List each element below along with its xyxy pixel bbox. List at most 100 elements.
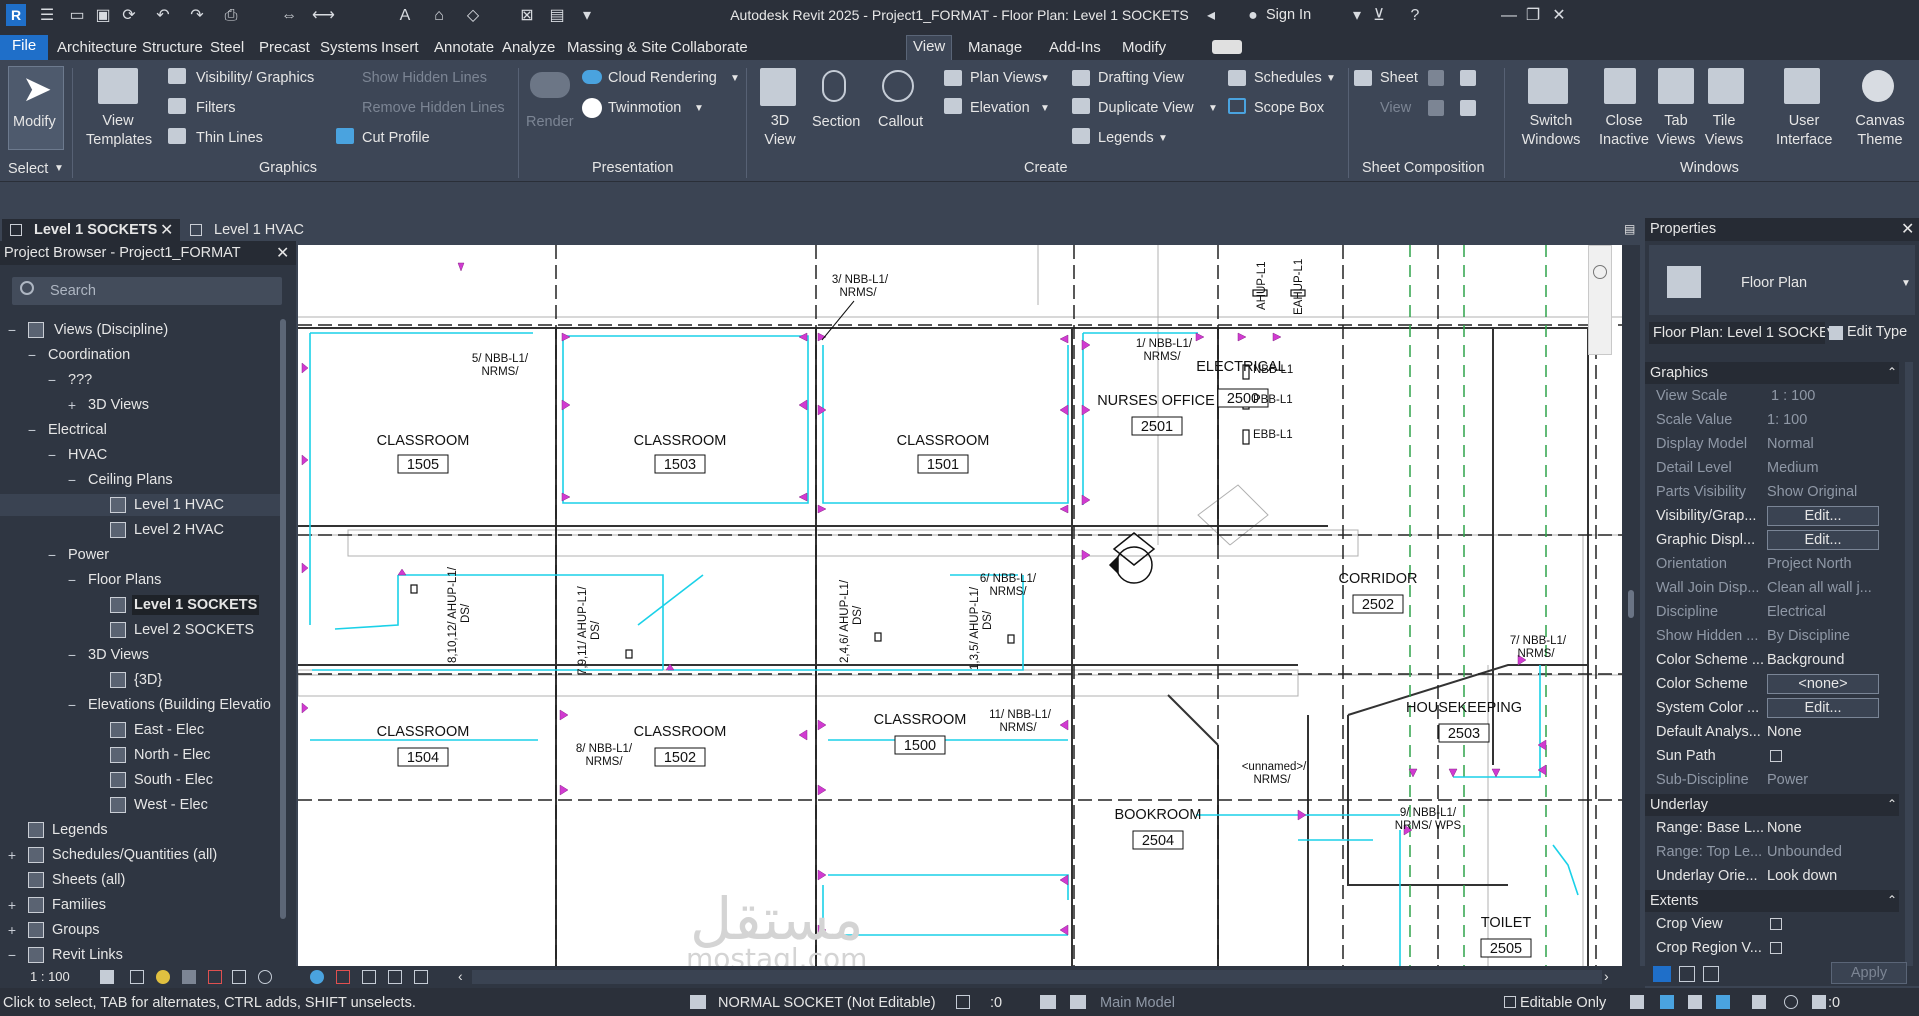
system-color-edit-button[interactable]: Edit... bbox=[1767, 698, 1879, 718]
tree-east-elec[interactable]: East - Elec bbox=[134, 720, 204, 740]
scale-selector[interactable]: 1 : 100 bbox=[30, 969, 70, 984]
render-button[interactable]: Render bbox=[526, 114, 574, 130]
tree-revit-links[interactable]: Revit Links bbox=[52, 945, 123, 965]
collapse-toggle[interactable]: − bbox=[26, 345, 38, 365]
drafting-view-button[interactable]: Drafting View bbox=[1098, 70, 1184, 86]
thin-lines-button[interactable]: Thin Lines bbox=[196, 130, 263, 146]
guide-grid-icon[interactable] bbox=[1428, 100, 1444, 116]
duplicate-view-button[interactable]: Duplicate View bbox=[1098, 100, 1194, 116]
elevation-marker[interactable] bbox=[1108, 532, 1156, 584]
tab-views-button[interactable]: Tab Views bbox=[1656, 112, 1696, 150]
tree-power[interactable]: Power bbox=[68, 545, 109, 565]
tree-3d[interactable]: {3D} bbox=[134, 670, 162, 690]
visibility-graphics-button[interactable]: Visibility/ Graphics bbox=[196, 70, 314, 86]
callout-button[interactable]: Callout bbox=[878, 114, 923, 130]
prop-orientation-value[interactable]: Project North bbox=[1767, 552, 1852, 576]
expand-toggle[interactable]: + bbox=[6, 845, 18, 865]
chevron-down-icon[interactable]: ▼ bbox=[1040, 73, 1050, 84]
tree-families[interactable]: Families bbox=[52, 895, 106, 915]
filters-button[interactable]: Filters bbox=[196, 100, 235, 116]
reveal-hidden-icon[interactable] bbox=[310, 970, 324, 984]
detail-level-icon[interactable] bbox=[100, 970, 114, 984]
chevron-down-icon[interactable]: ▼ bbox=[1208, 103, 1218, 114]
prop-scale-value-value[interactable]: 1: 100 bbox=[1767, 408, 1807, 432]
twinmotion-button[interactable]: Twinmotion bbox=[608, 100, 681, 116]
expand-toggle[interactable]: + bbox=[6, 895, 18, 915]
tree-south-elec[interactable]: South - Elec bbox=[134, 770, 213, 790]
tab-insert[interactable]: Insert bbox=[375, 37, 425, 59]
close-inactive-button[interactable]: Close Inactive bbox=[1594, 112, 1654, 150]
prop-detail-level-value[interactable]: Medium bbox=[1767, 456, 1819, 480]
chevron-down-icon[interactable]: ▼ bbox=[54, 163, 64, 174]
chevron-down-icon[interactable]: ▼ bbox=[1901, 278, 1911, 289]
tab-add-ins[interactable]: Add-Ins bbox=[1043, 37, 1107, 59]
chevron-down-icon[interactable]: ▼ bbox=[1040, 103, 1050, 114]
tab-steel[interactable]: Steel bbox=[204, 37, 250, 59]
select-underlay-icon[interactable] bbox=[1660, 995, 1674, 1009]
tab-view[interactable]: View bbox=[906, 35, 953, 61]
user-interface-button[interactable]: User Interface bbox=[1776, 112, 1832, 150]
collapse-toggle[interactable]: − bbox=[6, 320, 18, 340]
temp-hide-icon[interactable] bbox=[258, 970, 272, 984]
prop-show-hidden-value[interactable]: By Discipline bbox=[1767, 624, 1850, 648]
sun-path-checkbox[interactable] bbox=[1770, 750, 1782, 762]
main-model-selector[interactable]: Main Model bbox=[1100, 995, 1175, 1011]
select-by-face-icon[interactable] bbox=[1716, 995, 1730, 1009]
steering-wheel-icon[interactable] bbox=[1593, 265, 1607, 279]
collapse-icon[interactable]: ⌃ bbox=[1887, 893, 1897, 907]
expand-icon[interactable]: ◂ bbox=[1200, 5, 1222, 27]
graphic-display-edit-button[interactable]: Edit... bbox=[1767, 530, 1879, 550]
prop-range-base-value[interactable]: None bbox=[1767, 816, 1802, 840]
chevron-down-icon[interactable]: ▼ bbox=[730, 73, 740, 84]
cut-profile-button[interactable]: Cut Profile bbox=[362, 130, 430, 146]
remove-hidden-lines-button[interactable]: Remove Hidden Lines bbox=[362, 100, 505, 116]
collapse-toggle[interactable]: − bbox=[46, 445, 58, 465]
view-templates-button[interactable]: View Templates bbox=[86, 112, 152, 150]
visual-style-icon[interactable] bbox=[130, 970, 144, 984]
sheet-button[interactable]: Sheet bbox=[1380, 70, 1418, 86]
user-icon[interactable]: ● bbox=[1242, 5, 1264, 27]
legends-button[interactable]: Legends bbox=[1098, 130, 1154, 146]
prop-view-scale-value[interactable]: 1 : 100 bbox=[1771, 384, 1815, 408]
cloud-rendering-button[interactable]: Cloud Rendering bbox=[608, 70, 717, 86]
worksets-icon[interactable] bbox=[690, 995, 706, 1009]
edit-type-button[interactable]: Edit Type bbox=[1847, 324, 1907, 340]
view-tab-level1-sockets[interactable]: Level 1 SOCKETS bbox=[34, 219, 157, 241]
tree-3d-views-coordination[interactable]: 3D Views bbox=[88, 395, 149, 415]
sort-asc-icon[interactable] bbox=[1679, 966, 1695, 982]
tab-manage[interactable]: Manage bbox=[962, 37, 1028, 59]
tab-architecture[interactable]: Architecture bbox=[51, 37, 143, 59]
schedules-button[interactable]: Schedules bbox=[1254, 70, 1322, 86]
prop-parts-visibility-value[interactable]: Show Original bbox=[1767, 480, 1857, 504]
tab-precast[interactable]: Precast bbox=[253, 37, 316, 59]
tree-electrical[interactable]: Electrical bbox=[48, 420, 107, 440]
section-button[interactable]: Section bbox=[812, 114, 860, 130]
view-button[interactable]: View bbox=[1380, 100, 1411, 116]
tab-systems[interactable]: Systems bbox=[314, 37, 384, 59]
props-scrollbar[interactable] bbox=[1905, 362, 1913, 966]
section-extents[interactable]: Extents bbox=[1645, 890, 1899, 912]
chevron-down-icon[interactable]: ▼ bbox=[1158, 133, 1168, 144]
scroll-left-icon[interactable]: ‹ bbox=[458, 968, 463, 984]
prop-underlay-orientation-value[interactable]: Look down bbox=[1767, 864, 1837, 888]
tree-schedules[interactable]: Schedules/Quantities (all) bbox=[52, 845, 217, 865]
prop-sub-discipline-value[interactable]: Power bbox=[1767, 768, 1808, 792]
dropdown-icon[interactable]: ▾ bbox=[1346, 5, 1368, 27]
switch-windows-button[interactable]: Switch Windows bbox=[1518, 112, 1584, 150]
constraints-icon[interactable] bbox=[414, 970, 428, 984]
tree-sheets[interactable]: Sheets (all) bbox=[52, 870, 125, 890]
restore-icon[interactable]: ❐ bbox=[1522, 5, 1544, 27]
tree-ceiling-plans[interactable]: Ceiling Plans bbox=[88, 470, 173, 490]
revisions-icon[interactable] bbox=[1460, 70, 1476, 86]
shadows-icon[interactable] bbox=[182, 970, 196, 984]
visibility-edit-button[interactable]: Edit... bbox=[1767, 506, 1879, 526]
prop-range-top-value[interactable]: Unbounded bbox=[1767, 840, 1842, 864]
canvas-vscroll-thumb[interactable] bbox=[1628, 590, 1634, 618]
tab-file[interactable]: File bbox=[0, 35, 49, 61]
design-options-icon[interactable] bbox=[956, 995, 970, 1009]
sort-desc-icon[interactable] bbox=[1703, 966, 1719, 982]
cart-icon[interactable]: ⊻ bbox=[1368, 5, 1390, 27]
browser-scrollbar[interactable] bbox=[280, 319, 286, 919]
expand-toggle[interactable]: + bbox=[66, 395, 78, 415]
prop-default-analysis-value[interactable]: None bbox=[1767, 720, 1802, 744]
